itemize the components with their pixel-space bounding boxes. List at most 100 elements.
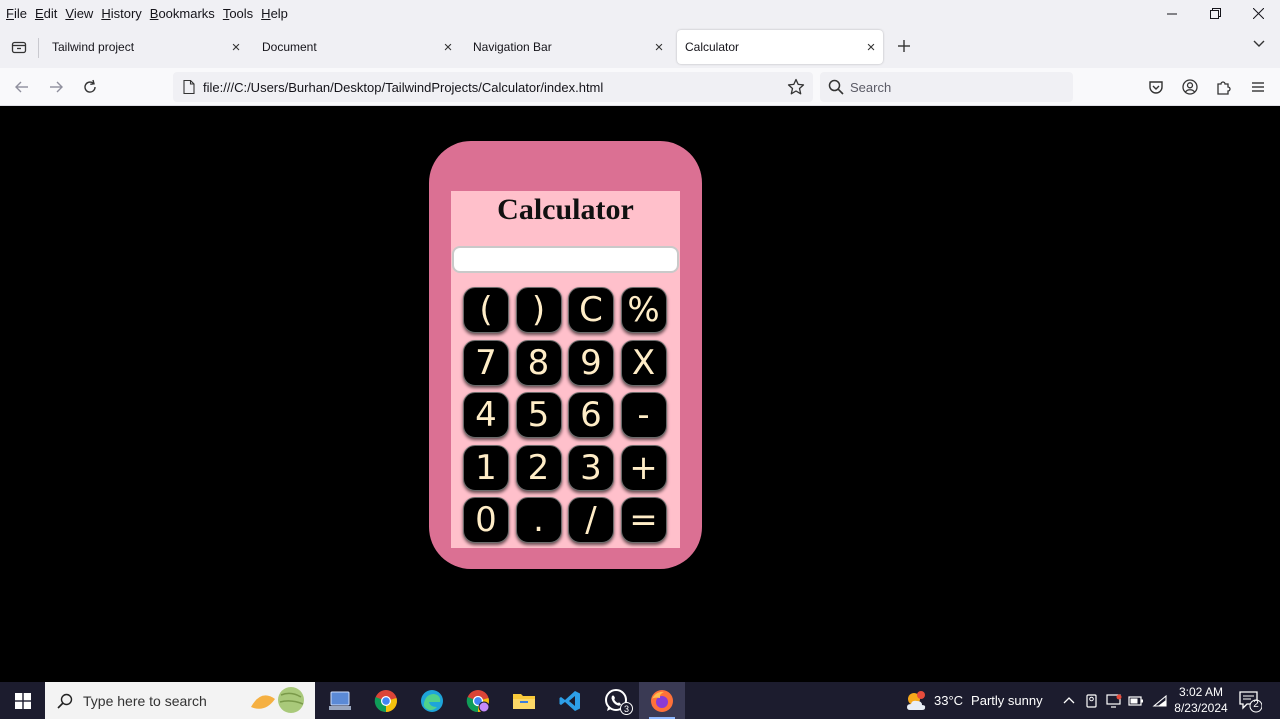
- puzzle-icon: [1217, 81, 1231, 95]
- bookmark-star-icon[interactable]: [787, 78, 805, 96]
- key-0[interactable]: 0: [463, 497, 509, 543]
- calculator-panel: Calculator ( ) C % 7 8 9 X 4 5 6 - 1 2 3…: [451, 191, 680, 548]
- tab-tailwind-project[interactable]: Tailwind project ×: [40, 30, 248, 64]
- page-icon: [183, 80, 195, 94]
- key-7[interactable]: 7: [463, 339, 509, 386]
- search-bar[interactable]: [820, 72, 1073, 102]
- taskbar-search-placeholder: Type here to search: [83, 692, 207, 709]
- new-tab-button[interactable]: [893, 35, 915, 57]
- key-clear[interactable]: C: [568, 287, 614, 333]
- tab-strip: Tailwind project × Document × Navigation…: [0, 26, 1280, 68]
- taskbar-app-edge[interactable]: [409, 682, 455, 719]
- key-plus[interactable]: +: [620, 444, 667, 491]
- list-all-tabs-button[interactable]: [1252, 36, 1268, 56]
- taskbar-app-chrome[interactable]: [363, 682, 409, 719]
- plus-icon: [898, 40, 910, 52]
- key-8[interactable]: 8: [515, 339, 562, 386]
- minimize-icon: [1167, 13, 1177, 14]
- tray-meet-button[interactable]: [1082, 682, 1102, 719]
- key-1[interactable]: 1: [463, 444, 509, 491]
- taskbar-app-chrome-profile[interactable]: [455, 682, 501, 719]
- weather-description: Partly sunny: [971, 693, 1043, 708]
- taskbar-app-whatsapp[interactable]: 3: [593, 682, 639, 719]
- calculator-title: Calculator: [497, 193, 634, 226]
- key-percent[interactable]: %: [620, 287, 667, 333]
- tab-list-button[interactable]: [8, 36, 30, 58]
- menu-file[interactable]: File: [6, 6, 27, 21]
- pocket-button[interactable]: [1145, 76, 1167, 98]
- windows-taskbar: Type here to search 3 33°C Partly sunny: [0, 682, 1280, 719]
- key-divide[interactable]: /: [568, 497, 614, 543]
- taskbar-app-computer[interactable]: [317, 682, 363, 719]
- url-text: file:///C:/Users/Burhan/Desktop/Tailwind…: [203, 79, 604, 95]
- tab-separator: [38, 38, 39, 58]
- key-decimal[interactable]: .: [515, 497, 562, 543]
- taskbar-app-file-explorer[interactable]: [501, 682, 547, 719]
- key-multiply[interactable]: X: [620, 339, 667, 386]
- hamburger-menu-icon: [1252, 82, 1264, 92]
- camera-icon: [1086, 693, 1097, 708]
- extensions-button[interactable]: [1213, 76, 1235, 98]
- key-minus[interactable]: -: [620, 392, 667, 438]
- tray-network-button[interactable]: [1150, 682, 1170, 719]
- show-hidden-icons-button[interactable]: [1060, 682, 1078, 719]
- back-button[interactable]: [11, 76, 33, 98]
- chrome-profile-icon: [466, 689, 490, 712]
- key-equals[interactable]: =: [620, 497, 667, 543]
- key-close-paren[interactable]: ): [515, 287, 562, 333]
- account-button[interactable]: [1179, 76, 1201, 98]
- menu-help[interactable]: Help: [261, 6, 288, 21]
- notification-center-button[interactable]: 2: [1238, 689, 1263, 713]
- taskbar-clock[interactable]: 3:02 AM 8/23/2024: [1170, 684, 1232, 716]
- close-tab-icon[interactable]: ×: [436, 39, 460, 56]
- window-controls: [1151, 0, 1280, 26]
- menu-edit[interactable]: Edit: [35, 6, 57, 21]
- url-bar[interactable]: file:///C:/Users/Burhan/Desktop/Tailwind…: [173, 72, 813, 102]
- display-icon: [1106, 693, 1122, 708]
- taskbar-search-box[interactable]: Type here to search: [45, 682, 315, 719]
- navigation-toolbar: file:///C:/Users/Burhan/Desktop/Tailwind…: [0, 68, 1280, 106]
- key-9[interactable]: 9: [568, 339, 614, 386]
- reload-icon: [84, 79, 96, 93]
- close-tab-icon[interactable]: ×: [224, 39, 248, 56]
- close-tab-icon[interactable]: ×: [647, 39, 671, 56]
- folder-icon: [513, 693, 535, 709]
- partly-sunny-icon: [907, 690, 926, 710]
- close-tab-icon[interactable]: ×: [859, 39, 883, 56]
- key-4[interactable]: 4: [463, 392, 509, 438]
- menu-bookmarks[interactable]: Bookmarks: [150, 6, 215, 21]
- search-input[interactable]: [850, 79, 1050, 95]
- arrow-right-icon: [50, 81, 63, 93]
- tray-battery-button[interactable]: [1126, 682, 1146, 719]
- key-2[interactable]: 2: [515, 444, 562, 491]
- forward-button[interactable]: [45, 76, 67, 98]
- taskbar-app-firefox[interactable]: [639, 682, 685, 719]
- reload-button[interactable]: [79, 76, 101, 98]
- tab-calculator[interactable]: Calculator ×: [677, 30, 883, 64]
- tray-display-button[interactable]: [1104, 682, 1124, 719]
- arrow-left-icon: [15, 81, 28, 93]
- edge-icon: [421, 689, 443, 712]
- menu-history[interactable]: History: [101, 6, 141, 21]
- key-3[interactable]: 3: [568, 444, 614, 491]
- menu-view[interactable]: View: [65, 6, 93, 21]
- key-open-paren[interactable]: (: [463, 287, 509, 333]
- app-menu-button[interactable]: [1247, 76, 1269, 98]
- close-icon: [1253, 7, 1264, 19]
- tab-navigation-bar[interactable]: Navigation Bar ×: [461, 30, 671, 64]
- menu-tools[interactable]: Tools: [223, 6, 253, 21]
- firefox-icon: [651, 689, 673, 712]
- restore-button[interactable]: [1194, 0, 1237, 26]
- search-icon: [57, 693, 73, 709]
- calculator-display[interactable]: [452, 246, 679, 273]
- minimize-button[interactable]: [1151, 0, 1194, 26]
- start-button[interactable]: [0, 682, 45, 719]
- close-window-button[interactable]: [1237, 0, 1280, 26]
- weather-widget[interactable]: 33°C Partly sunny: [904, 682, 1043, 719]
- key-5[interactable]: 5: [515, 392, 562, 438]
- key-6[interactable]: 6: [568, 392, 614, 438]
- tab-document[interactable]: Document ×: [250, 30, 460, 64]
- page-content: Calculator ( ) C % 7 8 9 X 4 5 6 - 1 2 3…: [0, 106, 1280, 682]
- tab-label: Document: [262, 40, 317, 54]
- taskbar-app-vscode[interactable]: [547, 682, 593, 719]
